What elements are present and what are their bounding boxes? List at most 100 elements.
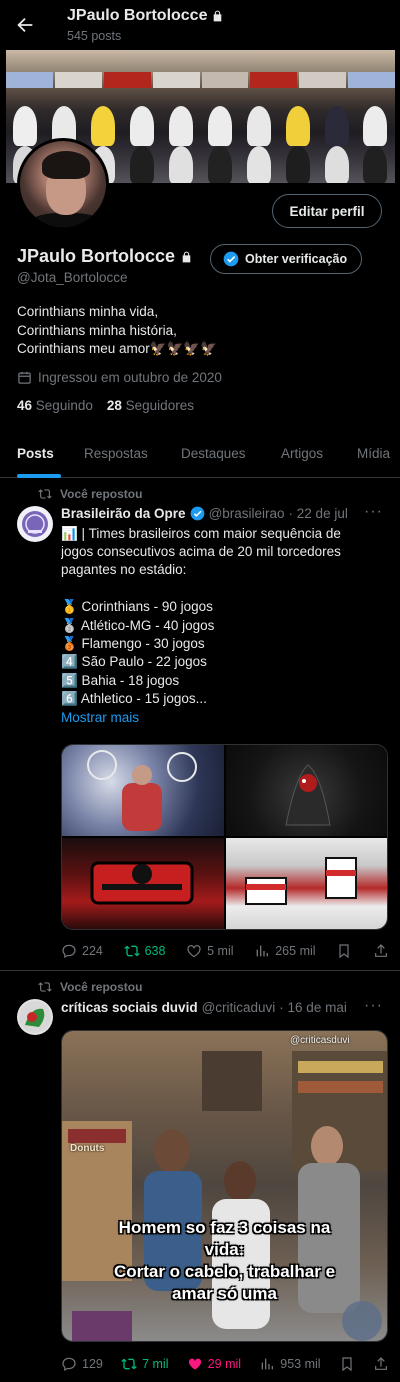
like-count: 29 mil [207, 1357, 242, 1371]
follow-stats: 46 Seguindo 28 Seguidores [17, 398, 194, 413]
caption-line: Homem so faz 3 coisas na [118, 1218, 331, 1237]
get-verified-button[interactable]: Obter verificação [210, 244, 363, 274]
post-date[interactable]: · 22 de jul [289, 506, 348, 521]
media-image[interactable] [225, 838, 387, 929]
post-header: Brasileirão da Opre @brasileirao · 22 de… [61, 506, 361, 521]
post-line: 6️⃣ Athletico - 15 jogos... [61, 691, 207, 707]
caption-line: amar só uma [172, 1284, 277, 1303]
following-label: Seguindo [35, 398, 93, 413]
reply-icon [62, 1357, 76, 1372]
bookmark-icon [339, 944, 349, 959]
repost-count: 638 [144, 944, 166, 958]
tab-highlights[interactable]: Destaques [181, 446, 246, 461]
share-button[interactable] [373, 943, 389, 959]
profile-bio: Corinthians minha vida, Corinthians minh… [17, 303, 217, 359]
repost-icon [121, 1358, 137, 1370]
header-name: JPaulo Bortolocce [67, 7, 208, 24]
joined-date: Ingressou em outubro de 2020 [17, 370, 222, 385]
profile-avatar[interactable] [17, 138, 109, 230]
reply-button[interactable]: 129 [61, 1356, 103, 1372]
like-button[interactable]: 29 mil [187, 1356, 241, 1372]
post-header: críticas sociais duvid @criticaduvi · 16… [61, 1000, 361, 1015]
post-line: pagantes no estádio: [61, 562, 187, 578]
heart-icon [187, 945, 201, 958]
active-tab-indicator [17, 474, 61, 478]
post-media[interactable]: @criticasduvi Donuts Homem so faz 3 cois… [61, 1030, 388, 1342]
post-line: 📊 | Times brasileiros com maior sequênci… [61, 526, 341, 541]
media-watermark: @criticasduvi [290, 1035, 350, 1046]
repost-icon [38, 489, 52, 499]
show-more-link[interactable]: Mostrar mais [61, 709, 381, 727]
post-text: 📊 | Times brasileiros com maior sequênci… [61, 525, 381, 727]
bookmark-button[interactable] [336, 943, 352, 959]
more-options-icon[interactable]: ··· [364, 503, 383, 521]
more-options-icon[interactable]: ··· [364, 997, 383, 1015]
views-icon [261, 1358, 274, 1370]
following-count: 46 [17, 398, 33, 413]
views-button[interactable]: 265 mil [254, 943, 316, 959]
profile-name: JPaulo Bortolocce [17, 246, 176, 266]
post-author-avatar[interactable] [17, 506, 53, 542]
bio-line: Corinthians minha história, [17, 322, 177, 338]
following-link[interactable]: 46 Seguindo [17, 398, 93, 413]
media-image[interactable] [62, 838, 224, 929]
caption-line: Cortar o cabelo, trabalhar e [113, 1262, 336, 1281]
post-media-grid[interactable] [61, 744, 388, 930]
followers-link[interactable]: 28 Seguidores [107, 398, 194, 413]
tab-media[interactable]: Mídia [357, 446, 390, 461]
post-date[interactable]: · 16 de mai [279, 1000, 347, 1015]
post-author-handle[interactable]: @brasileirao [209, 506, 285, 521]
repost-indicator: Você repostou [38, 980, 142, 994]
view-count: 953 mil [280, 1357, 321, 1371]
store-sign: Donuts [70, 1143, 105, 1154]
tab-articles[interactable]: Artigos [281, 446, 323, 461]
post-line: 5️⃣ Bahia - 18 jogos [61, 672, 180, 688]
post-author-handle[interactable]: @criticaduvi [202, 1000, 276, 1015]
reply-count: 224 [82, 944, 103, 958]
repost-icon [38, 982, 52, 992]
media-image[interactable]: @criticasduvi Donuts Homem so faz 3 cois… [62, 1031, 387, 1341]
views-button[interactable]: 953 mil [259, 1356, 321, 1372]
bookmark-button[interactable] [339, 1356, 355, 1372]
bio-line: Corinthians meu amor🦅🦅🦅🦅 [17, 341, 218, 356]
post-author-avatar[interactable] [17, 999, 53, 1035]
followers-label: Seguidores [125, 398, 194, 413]
get-verified-label: Obter verificação [245, 252, 348, 266]
followers-count: 28 [106, 398, 122, 413]
edit-profile-button[interactable]: Editar perfil [272, 194, 382, 228]
repost-label: Você repostou [60, 487, 143, 501]
post-line: 4️⃣ São Paulo - 22 jogos [61, 654, 207, 670]
share-button[interactable] [373, 1356, 389, 1372]
joined-label: Ingressou em outubro de 2020 [38, 370, 222, 385]
top-bar: JPaulo Bortolocce 545 posts [0, 0, 400, 50]
media-image[interactable] [225, 745, 387, 836]
repost-indicator: Você repostou [38, 487, 142, 501]
repost-button[interactable]: 638 [123, 943, 166, 959]
profile-handle: @Jota_Bortolocce [17, 270, 128, 285]
tab-replies[interactable]: Respostas [84, 446, 148, 461]
views-icon [256, 945, 269, 957]
verified-badge-icon [190, 506, 204, 521]
post-line: 🥈 Atlético-MG - 40 jogos [61, 617, 215, 633]
post-line [61, 580, 381, 598]
share-icon [375, 1357, 387, 1370]
lock-icon [182, 251, 191, 262]
post-actions: 129 7 mil 29 mil 953 mil [61, 1354, 389, 1374]
like-button[interactable]: 5 mil [186, 943, 234, 959]
post-author-name[interactable]: críticas sociais duvid [61, 1000, 198, 1015]
verified-badge-icon [223, 251, 239, 267]
caption-line: vida: [204, 1240, 245, 1259]
view-count: 265 mil [275, 944, 316, 958]
post-line: 🥉 Flamengo - 30 jogos [61, 636, 205, 652]
media-image[interactable] [62, 745, 224, 836]
post-author-name[interactable]: Brasileirão da Opre [61, 506, 186, 521]
like-count: 5 mil [207, 944, 234, 958]
calendar-icon [18, 371, 31, 384]
back-arrow-icon[interactable] [14, 14, 36, 36]
meme-caption: Homem so faz 3 coisas na vida: Cortar o … [62, 1217, 387, 1305]
reply-icon [62, 944, 76, 959]
reply-button[interactable]: 224 [61, 943, 103, 959]
bookmark-icon [342, 1357, 352, 1372]
tab-posts[interactable]: Posts [17, 446, 54, 461]
repost-button[interactable]: 7 mil [121, 1356, 168, 1372]
